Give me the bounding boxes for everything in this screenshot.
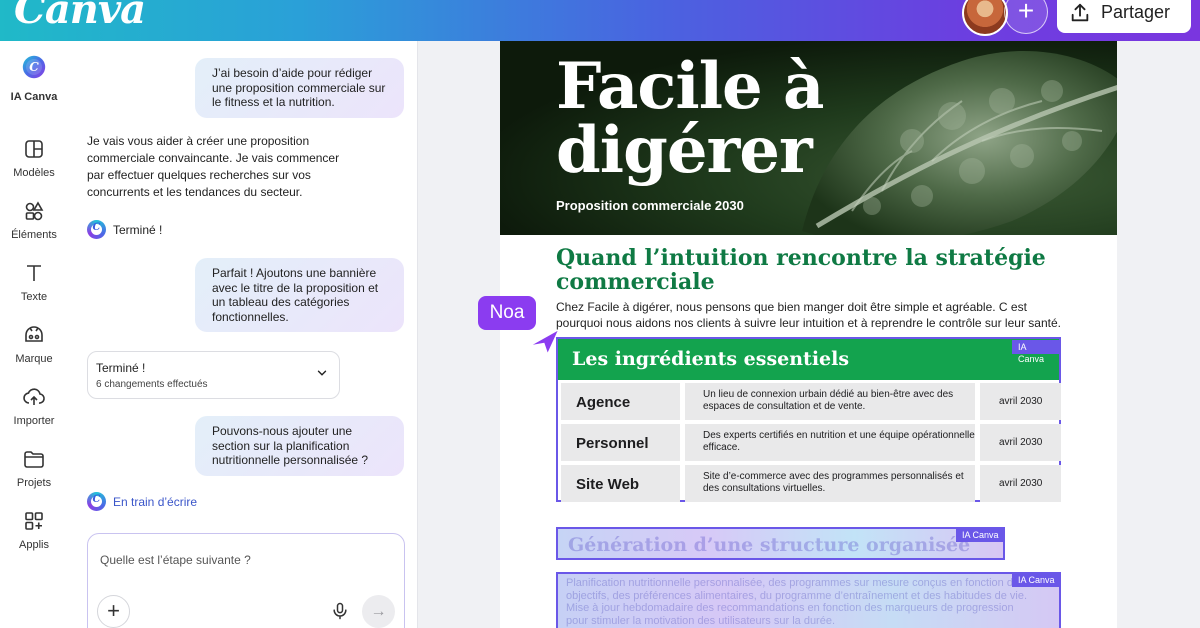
rail-label: Projets [16, 477, 52, 489]
hero-title-line: Facile à [556, 49, 824, 124]
user-avatar[interactable] [962, 0, 1008, 36]
apps-icon [22, 509, 46, 533]
rail-label: Importer [13, 415, 55, 427]
canva-logo[interactable]: Canva [14, 0, 146, 33]
collaborator-cursor-icon [532, 330, 558, 353]
share-icon [1071, 3, 1089, 21]
changes-summary-card[interactable]: Terminé ! 6 changements effectués [87, 351, 340, 399]
generating-paragraph: Planification nutritionnelle personnalis… [566, 577, 1028, 627]
row-name: Agence [561, 383, 680, 420]
row-description: Site d’e-commerce avec des programmes pe… [685, 465, 975, 502]
canva-ai-icon: C [87, 492, 106, 511]
folder-icon [22, 447, 46, 471]
generating-heading: Génération d’une structure organisée [568, 534, 971, 556]
share-label: Partager [1101, 2, 1171, 22]
row-description: Un lieu de connexion urbain dédié au bie… [685, 383, 975, 420]
templates-icon [22, 137, 46, 161]
status-text: Terminé ! [113, 222, 163, 237]
hero-banner[interactable]: Facile à digérer Proposition commerciale… [500, 41, 1117, 235]
text-icon [22, 261, 46, 285]
row-date: avril 2030 [980, 465, 1061, 502]
canva-ai-icon: C [87, 220, 106, 239]
user-message: Parfait ! Ajoutons une bannière avec le … [195, 258, 404, 332]
row-date: avril 2030 [980, 383, 1061, 420]
rail-item-projets[interactable]: Projets [0, 447, 68, 489]
user-message: J’ai besoin d’aide pour rédiger une prop… [195, 58, 404, 118]
hero-subtitle[interactable]: Proposition commerciale 2030 [556, 198, 744, 213]
rail-label: Modèles [13, 167, 55, 179]
hero-title[interactable]: Facile à digérer [556, 49, 824, 188]
ia-canva-tag: IA Canva [956, 528, 1005, 542]
rail-item-modeles[interactable]: Modèles [0, 137, 68, 179]
rail-item-marque[interactable]: Marque [0, 323, 68, 365]
rail-item-elements[interactable]: Éléments [0, 199, 68, 241]
design-canvas[interactable]: Facile à digérer Proposition commerciale… [500, 41, 1117, 628]
rail-label: Éléments [11, 229, 57, 241]
hero-title-line: digérer [556, 113, 813, 188]
changes-subtitle: 6 changements effectués [96, 379, 208, 390]
row-description: Des experts certifiés en nutrition et un… [685, 424, 975, 461]
share-button[interactable]: Partager [1057, 0, 1191, 33]
rail-label: Applis [19, 539, 49, 551]
top-bar: Canva + Partager [0, 0, 1200, 41]
collaborator-label: Noa [478, 296, 536, 330]
chat-input-placeholder: Quelle est l’étape suivante ? [100, 553, 251, 567]
microphone-icon[interactable] [330, 601, 350, 621]
changes-title: Terminé ! [96, 361, 146, 375]
elements-icon [22, 199, 46, 223]
canva-ai-icon: C [19, 55, 49, 85]
rail-label: Texte [20, 291, 48, 303]
row-date: avril 2030 [980, 424, 1061, 461]
table-row[interactable]: Site Web Site d’e-commerce avec des prog… [561, 465, 1061, 502]
send-button[interactable]: → [362, 595, 395, 628]
table-row[interactable]: Agence Un lieu de connexion urbain dédié… [561, 383, 1061, 420]
row-name: Personnel [561, 424, 680, 461]
rail-label: IA Canva [10, 91, 58, 103]
rail-item-applis[interactable]: Applis [0, 509, 68, 551]
intro-paragraph[interactable]: Chez Facile à digérer, nous pensons que … [556, 299, 1076, 331]
add-collaborator-button[interactable]: + [1004, 0, 1048, 34]
rail-item-ia-canva[interactable]: C IA Canva [0, 55, 68, 103]
generating-heading-block[interactable]: Génération d’une structure organisée [556, 527, 1005, 560]
rail-item-texte[interactable]: Texte [0, 261, 68, 303]
left-rail: C IA Canva Modèles Éléments Texte Marque… [0, 41, 68, 628]
ai-message: Je vais vous aider à créer une propositi… [87, 134, 340, 199]
chevron-down-icon[interactable] [315, 366, 329, 380]
ai-chat-panel: J’ai besoin d’aide pour rédiger une prop… [68, 41, 418, 628]
status-writing: C En train d’écrire [87, 492, 197, 511]
rail-label: Marque [15, 353, 53, 365]
rail-item-importer[interactable]: Importer [0, 385, 68, 427]
generating-paragraph-block[interactable]: Planification nutritionnelle personnalis… [556, 572, 1061, 628]
status-done: C Terminé ! [87, 220, 162, 239]
ia-canva-tag: IA Canva [1012, 340, 1059, 364]
table-row[interactable]: Personnel Des experts certifiés en nutri… [561, 424, 1061, 461]
user-message: Pouvons-nous ajouter une section sur la … [195, 416, 404, 476]
brand-icon [22, 323, 46, 347]
table-header: Les ingrédients essentiels [558, 339, 1059, 380]
ingredients-table[interactable]: Les ingrédients essentiels IA Canva Agen… [556, 337, 1061, 502]
add-attachment-button[interactable]: + [97, 595, 130, 628]
chat-input[interactable]: Quelle est l’étape suivante ? + → [87, 533, 405, 628]
svg-text:C: C [29, 60, 39, 74]
row-name: Site Web [561, 465, 680, 502]
ia-canva-tag: IA Canva [1012, 573, 1061, 587]
writing-text: En train d’écrire [113, 494, 198, 509]
upload-icon [22, 385, 46, 409]
table-title: Les ingrédients essentiels [572, 348, 850, 370]
section-heading[interactable]: Quand l’intuition rencontre la stratégie… [556, 246, 1076, 294]
